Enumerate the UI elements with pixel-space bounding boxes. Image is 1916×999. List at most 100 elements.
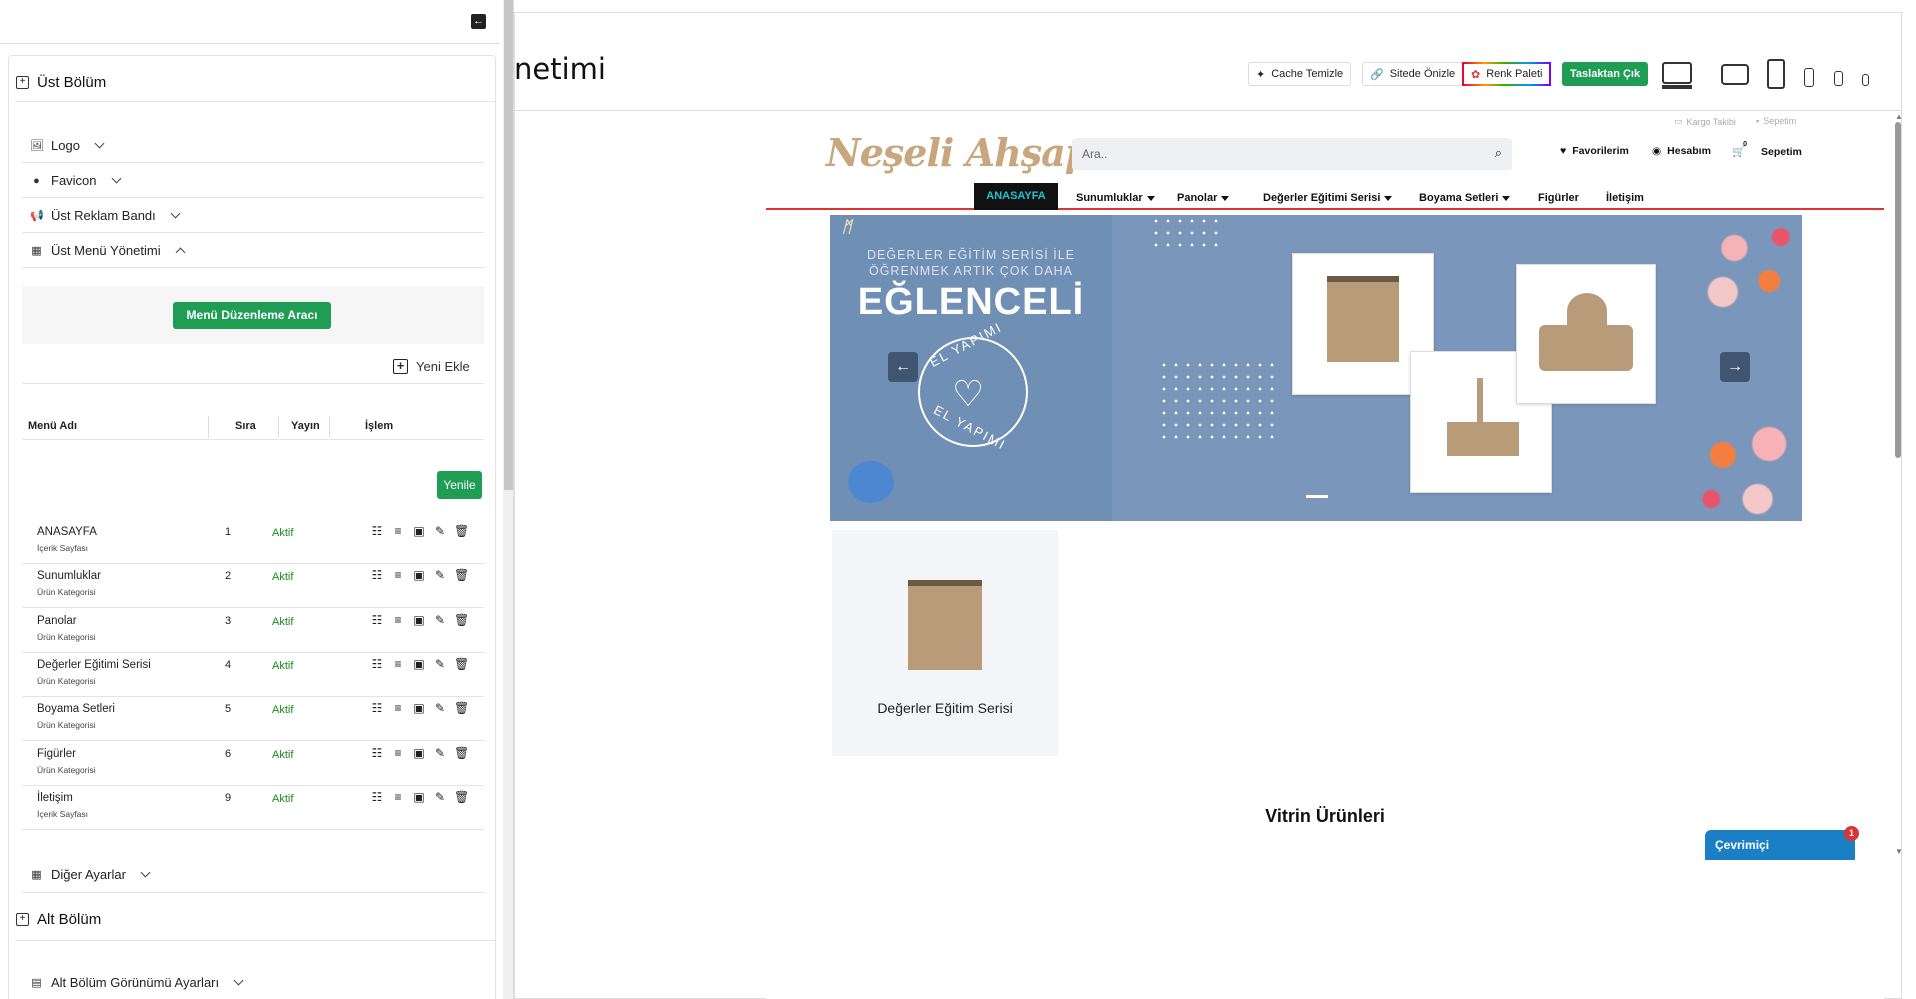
list-icon[interactable]: ☷ xyxy=(370,613,384,627)
edit-icon[interactable]: ✎ xyxy=(433,790,447,804)
scroll-down-icon[interactable]: ▼ xyxy=(1895,847,1903,856)
caret-down-icon xyxy=(1384,195,1393,201)
preview-site-button[interactable]: 🔗 Sitede Önizle xyxy=(1362,62,1464,86)
cart-link[interactable]: 🛒 0 Sepetim xyxy=(1732,141,1802,158)
accordion-ad-band[interactable]: 📢 Üst Reklam Bandı xyxy=(30,208,181,223)
lower-section-header[interactable]: + Alt Bölüm xyxy=(16,911,101,928)
edit-icon[interactable]: ✎ xyxy=(433,657,447,671)
list-icon[interactable]: ☷ xyxy=(370,657,384,671)
trash-icon[interactable]: 🗑 xyxy=(454,701,469,715)
banner-next-arrow[interactable]: → xyxy=(1720,352,1750,382)
nav-item-home[interactable]: ANASAYFA xyxy=(974,183,1058,210)
menu-row-status[interactable]: Aktif xyxy=(272,616,293,628)
image-icon[interactable]: ▣ xyxy=(412,701,426,715)
menu-row-name: ANASAYFA xyxy=(37,526,97,538)
edit-icon[interactable]: ✎ xyxy=(433,746,447,760)
image-icon[interactable]: ▣ xyxy=(412,657,426,671)
desktop-view-icon[interactable] xyxy=(1662,62,1692,84)
menu-icon[interactable]: ≡ xyxy=(391,746,405,760)
menu-row-status[interactable]: Aktif xyxy=(272,571,293,583)
list-icon[interactable]: ☷ xyxy=(370,746,384,760)
tablet-portrait-view-icon[interactable] xyxy=(1767,59,1785,89)
banner-prev-arrow[interactable]: ← xyxy=(888,352,918,382)
menu-icon[interactable]: ≡ xyxy=(391,790,405,804)
banner-product-octagon xyxy=(1516,264,1656,404)
scroll-up-icon[interactable]: ▲ xyxy=(1895,112,1903,121)
site-search-input[interactable]: Ara.. ⌕ xyxy=(1072,138,1512,170)
accordion-menu-management[interactable]: ▦ Üst Menü Yönetimi xyxy=(30,243,186,258)
image-icon[interactable]: ▣ xyxy=(412,746,426,760)
favorites-link[interactable]: ♥ Favorilerim xyxy=(1560,145,1629,157)
menu-icon[interactable]: ≡ xyxy=(391,568,405,582)
color-palette-button[interactable]: ✿ Renk Paleti xyxy=(1462,62,1552,86)
cart-count-badge: 0 xyxy=(1743,141,1747,148)
edit-icon[interactable]: ✎ xyxy=(433,701,447,715)
nav-item-degerler[interactable]: Değerler Eğitimi Serisi xyxy=(1263,192,1393,204)
trash-icon[interactable]: 🗑 xyxy=(454,568,469,582)
edit-icon[interactable]: ✎ xyxy=(433,613,447,627)
cargo-tracking-link[interactable]: ▭ Kargo Takibi xyxy=(1674,116,1736,127)
menu-icon[interactable]: ≡ xyxy=(391,524,405,538)
scrollbar-thumb[interactable] xyxy=(1895,122,1901,458)
list-icon[interactable]: ☷ xyxy=(370,524,384,538)
menu-icon[interactable]: ≡ xyxy=(391,701,405,715)
search-icon[interactable]: ⌕ xyxy=(1495,145,1502,161)
category-card[interactable]: Değerler Eğitim Serisi xyxy=(832,530,1058,756)
menu-row-status[interactable]: Aktif xyxy=(272,527,293,539)
sidebar-scrollbar[interactable] xyxy=(503,0,513,999)
nav-item-figurler[interactable]: Figürler xyxy=(1538,192,1579,204)
refresh-button[interactable]: Yenile xyxy=(437,471,482,499)
accordion-logo[interactable]: 🖼 Logo xyxy=(30,138,105,153)
image-icon[interactable]: ▣ xyxy=(412,568,426,582)
edit-icon[interactable]: ✎ xyxy=(433,524,447,538)
menu-row-status[interactable]: Aktif xyxy=(272,793,293,805)
accordion-favicon[interactable]: ● Favicon xyxy=(30,173,121,188)
collapse-sidebar-icon[interactable]: ← xyxy=(471,14,486,29)
accordion-ad-band-label: Üst Reklam Bandı xyxy=(51,208,156,223)
trash-icon[interactable]: 🗑 xyxy=(454,524,469,538)
accordion-other-settings[interactable]: ▦ Diğer Ayarlar xyxy=(30,867,151,882)
menu-row-order: 1 xyxy=(225,526,232,538)
menu-row-status[interactable]: Aktif xyxy=(272,660,293,672)
table-row: Boyama Setleri Ürün Kategorisi 5 Aktif ☷ ≡ ▣ ✎ 🗑 xyxy=(22,697,484,741)
nav-item-panolar[interactable]: Panolar xyxy=(1177,192,1230,204)
trash-icon[interactable]: 🗑 xyxy=(454,613,469,627)
add-new-button[interactable]: + Yeni Ekle xyxy=(393,359,470,374)
carousel-indicator[interactable] xyxy=(1306,495,1328,498)
image-icon[interactable]: ▣ xyxy=(412,790,426,804)
menu-icon[interactable]: ≡ xyxy=(391,613,405,627)
flower-decoration-bottom xyxy=(1688,411,1802,521)
online-chat-widget[interactable]: Çevrimiçi 1 xyxy=(1705,826,1859,860)
menu-row-status[interactable]: Aktif xyxy=(272,704,293,716)
small-phone-view-icon[interactable] xyxy=(1834,71,1843,86)
top-cart-link[interactable]: ▪ Sepetim xyxy=(1756,116,1796,126)
preview-scrollbar[interactable]: ▲ ▼ xyxy=(1893,112,1903,859)
site-logo[interactable]: Neşeli Ahşap xyxy=(826,130,1091,175)
account-link[interactable]: ◉ Hesabım xyxy=(1652,145,1711,157)
menu-editor-button[interactable]: Menü Düzenleme Aracı xyxy=(173,302,331,329)
phone-view-icon[interactable] xyxy=(1804,68,1814,87)
tablet-landscape-view-icon[interactable] xyxy=(1721,64,1749,85)
trash-icon[interactable]: 🗑 xyxy=(454,657,469,671)
image-icon[interactable]: ▣ xyxy=(412,524,426,538)
image-icon[interactable]: ▣ xyxy=(412,613,426,627)
trash-icon[interactable]: 🗑 xyxy=(454,790,469,804)
list-icon[interactable]: ☷ xyxy=(370,790,384,804)
list-icon[interactable]: ☷ xyxy=(370,701,384,715)
nav-item-boyama[interactable]: Boyama Setleri xyxy=(1419,192,1511,204)
list-icon[interactable]: ☷ xyxy=(370,568,384,582)
nav-item-iletisim[interactable]: İletişim xyxy=(1606,192,1644,204)
mini-phone-view-icon[interactable] xyxy=(1862,74,1869,86)
clear-cache-button[interactable]: ✦ Cache Temizle xyxy=(1248,62,1352,86)
trash-icon[interactable]: 🗑 xyxy=(454,746,469,760)
accordion-lower-view-settings[interactable]: ▤ Alt Bölüm Görünümü Ayarları xyxy=(30,975,244,990)
nav-item-sunumluklar[interactable]: Sunumluklar xyxy=(1076,192,1155,204)
caret-down-icon xyxy=(1502,195,1511,201)
menu-row-status[interactable]: Aktif xyxy=(272,749,293,761)
nav-label: Sunumluklar xyxy=(1076,192,1143,204)
scrollbar-thumb[interactable] xyxy=(504,0,513,490)
edit-icon[interactable]: ✎ xyxy=(433,568,447,582)
menu-icon[interactable]: ≡ xyxy=(391,657,405,671)
exit-draft-button[interactable]: Taslaktan Çık xyxy=(1562,62,1649,86)
upper-section-header[interactable]: + Üst Bölüm xyxy=(16,74,106,91)
